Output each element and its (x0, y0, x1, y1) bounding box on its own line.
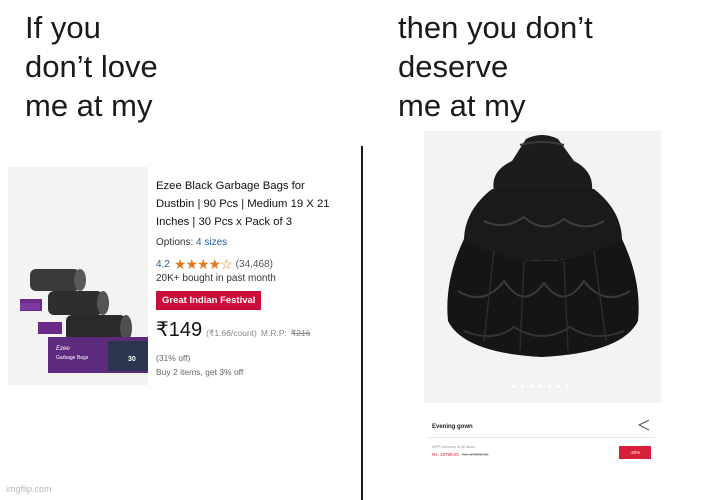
caption-right: then you don’t deserve me at my (398, 10, 593, 123)
rating-row[interactable]: 4.2 ★★★★☆ (34,468) (156, 256, 273, 273)
carousel-dot[interactable] (539, 385, 542, 388)
package-label-text: Garbage Bags (56, 355, 89, 361)
gown-price: Rs. 19799.00 (432, 452, 459, 457)
mrp-label: M.R.P: (260, 328, 287, 338)
unit-price: (₹1.66/count) (206, 328, 257, 338)
bought-count: 20K+ bought in past month (156, 273, 276, 284)
rating-value: 4.2 (156, 259, 170, 270)
carousel-dot[interactable] (548, 385, 551, 388)
options-label: Options: (156, 237, 194, 248)
amazon-product-card[interactable]: Ezee Garbage Bags 30 Ezee Black Garbage … (8, 167, 348, 385)
deal-badge: Great Indian Festival (156, 291, 262, 310)
carousel-dot[interactable] (557, 385, 560, 388)
star-icon: ★★★★☆ (173, 256, 233, 272)
watermark: imgflip.com (6, 484, 52, 494)
discount-badge: -20% (619, 446, 651, 459)
carousel-dot[interactable] (566, 385, 569, 388)
share-icon[interactable] (637, 419, 651, 431)
gown-old-price: Rs. 47999.00 (461, 452, 489, 457)
package-count-text: 30 (128, 356, 136, 363)
gown-price-row: Rs. 19799.00 Rs. 47999.00 (432, 452, 489, 457)
carousel-dot[interactable] (512, 385, 515, 388)
mrp-note: MRP inclusive of all taxes (432, 445, 476, 449)
divider-line (428, 437, 655, 438)
product-title[interactable]: Ezee Black Garbage Bags for Dustbin | 90… (156, 177, 346, 231)
black-gown-image[interactable] (424, 131, 661, 403)
package-brand-text: Ezee (56, 346, 70, 352)
multi-buy-offer: Buy 2 items, get 3% off (156, 367, 244, 377)
price: ₹149 (156, 319, 203, 341)
discount-percent: (31% off) (156, 353, 191, 363)
carousel-dot[interactable] (530, 385, 533, 388)
carousel-dot[interactable] (521, 385, 524, 388)
gown-product-name: Evening gown (432, 424, 473, 430)
product-options: Options: 4 sizes (156, 237, 227, 248)
caption-left: If you don’t love me at my (25, 10, 158, 123)
panel-divider (361, 146, 363, 500)
mrp-value: ₹216 (290, 328, 311, 338)
price-row: ₹149 (₹1.66/count) M.R.P: ₹216 (156, 317, 310, 342)
garbage-bag-rolls-image: Ezee Garbage Bags 30 (8, 167, 148, 385)
rating-count: (34,468) (235, 259, 273, 270)
options-value-link[interactable]: 4 sizes (196, 237, 227, 248)
carousel-dots[interactable] (512, 385, 569, 388)
